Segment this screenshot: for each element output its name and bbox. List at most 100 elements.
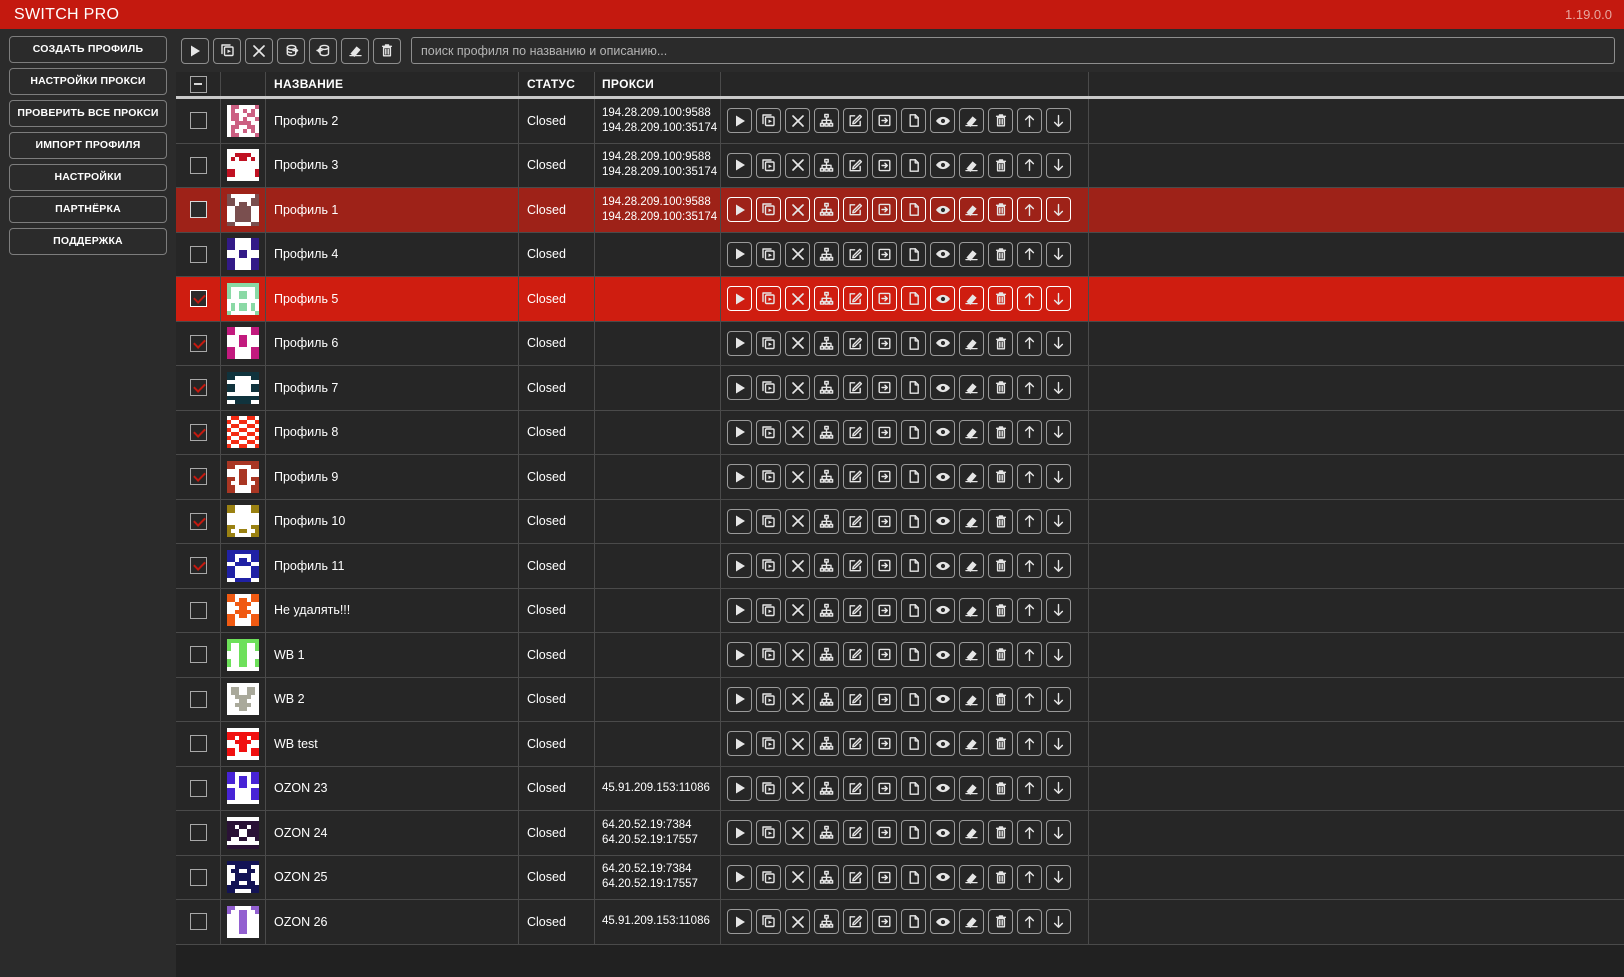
row-clear-button[interactable] [959, 909, 984, 935]
row-delete-button[interactable] [988, 419, 1013, 445]
row-duplicate-button[interactable] [756, 375, 781, 401]
row-preview-button[interactable] [930, 241, 955, 267]
toolbar-duplicate-button[interactable] [213, 37, 241, 64]
table-row[interactable]: OZON 23 Closed 45.91.209.153:11086 [176, 766, 1624, 811]
toolbar-start-button[interactable] [181, 37, 209, 64]
row-preview-button[interactable] [930, 330, 955, 356]
table-row[interactable]: Профиль 1 Closed 194.28.209.100:9588 194.28… [176, 188, 1624, 233]
row-edit-button[interactable] [843, 419, 868, 445]
row-proxy-button[interactable] [814, 820, 839, 846]
row-move-up-button[interactable] [1017, 375, 1042, 401]
row-import-cookies-button[interactable] [872, 731, 897, 757]
row-delete-button[interactable] [988, 375, 1013, 401]
row-move-up-button[interactable] [1017, 775, 1042, 801]
row-preview-button[interactable] [930, 375, 955, 401]
row-delete-button[interactable] [988, 508, 1013, 534]
profile-name-cell[interactable]: Не удалять!!! [266, 588, 519, 632]
row-clear-button[interactable] [959, 108, 984, 134]
profile-name-cell[interactable]: OZON 25 [266, 855, 519, 899]
row-copy-button[interactable] [901, 330, 926, 356]
row-proxy-button[interactable] [814, 152, 839, 178]
row-clear-button[interactable] [959, 642, 984, 668]
row-duplicate-button[interactable] [756, 820, 781, 846]
row-import-cookies-button[interactable] [872, 419, 897, 445]
row-start-button[interactable] [727, 686, 752, 712]
row-move-down-button[interactable] [1046, 197, 1071, 223]
row-duplicate-button[interactable] [756, 508, 781, 534]
row-clear-button[interactable] [959, 775, 984, 801]
row-proxy-button[interactable] [814, 508, 839, 534]
row-proxy-button[interactable] [814, 731, 839, 757]
row-stop-button[interactable] [785, 642, 810, 668]
row-proxy-button[interactable] [814, 241, 839, 267]
row-clear-button[interactable] [959, 864, 984, 890]
row-duplicate-button[interactable] [756, 553, 781, 579]
row-stop-button[interactable] [785, 597, 810, 623]
row-import-cookies-button[interactable] [872, 330, 897, 356]
row-edit-button[interactable] [843, 686, 868, 712]
row-preview-button[interactable] [930, 775, 955, 801]
row-stop-button[interactable] [785, 419, 810, 445]
row-checkbox[interactable] [189, 290, 207, 308]
row-edit-button[interactable] [843, 508, 868, 534]
row-delete-button[interactable] [988, 464, 1013, 490]
profile-name-cell[interactable]: WB 1 [266, 633, 519, 677]
row-preview-button[interactable] [930, 286, 955, 312]
row-move-down-button[interactable] [1046, 330, 1071, 356]
row-checkbox[interactable] [189, 423, 207, 441]
row-import-cookies-button[interactable] [872, 108, 897, 134]
row-move-down-button[interactable] [1046, 909, 1071, 935]
row-proxy-button[interactable] [814, 419, 839, 445]
row-start-button[interactable] [727, 508, 752, 534]
row-move-down-button[interactable] [1046, 731, 1071, 757]
row-move-up-button[interactable] [1017, 108, 1042, 134]
row-move-up-button[interactable] [1017, 731, 1042, 757]
table-row[interactable]: Профиль 6 Closed [176, 321, 1624, 366]
row-stop-button[interactable] [785, 152, 810, 178]
profile-name-cell[interactable]: Профиль 8 [266, 410, 519, 454]
row-duplicate-button[interactable] [756, 464, 781, 490]
table-row[interactable]: WB 1 Closed [176, 633, 1624, 678]
row-copy-button[interactable] [901, 464, 926, 490]
row-edit-button[interactable] [843, 553, 868, 579]
row-preview-button[interactable] [930, 197, 955, 223]
row-edit-button[interactable] [843, 197, 868, 223]
row-import-cookies-button[interactable] [872, 286, 897, 312]
row-stop-button[interactable] [785, 864, 810, 890]
status-header-cell[interactable]: СТАТУС [519, 72, 595, 96]
row-move-down-button[interactable] [1046, 597, 1071, 623]
row-preview-button[interactable] [930, 686, 955, 712]
row-copy-button[interactable] [901, 419, 926, 445]
row-proxy-button[interactable] [814, 642, 839, 668]
table-row[interactable]: Профиль 8 Closed [176, 410, 1624, 455]
row-copy-button[interactable] [901, 553, 926, 579]
table-row[interactable]: Профиль 10 Closed [176, 499, 1624, 544]
row-clear-button[interactable] [959, 597, 984, 623]
row-start-button[interactable] [727, 330, 752, 356]
row-start-button[interactable] [727, 108, 752, 134]
row-edit-button[interactable] [843, 241, 868, 267]
row-move-up-button[interactable] [1017, 508, 1042, 534]
row-delete-button[interactable] [988, 553, 1013, 579]
row-preview-button[interactable] [930, 553, 955, 579]
row-stop-button[interactable] [785, 731, 810, 757]
row-stop-button[interactable] [785, 820, 810, 846]
row-move-up-button[interactable] [1017, 909, 1042, 935]
row-move-down-button[interactable] [1046, 152, 1071, 178]
row-move-up-button[interactable] [1017, 286, 1042, 312]
sidebar-item-import-profile[interactable]: ИМПОРТ ПРОФИЛЯ [9, 132, 167, 159]
row-move-down-button[interactable] [1046, 553, 1071, 579]
row-delete-button[interactable] [988, 731, 1013, 757]
row-move-down-button[interactable] [1046, 241, 1071, 267]
row-stop-button[interactable] [785, 375, 810, 401]
profile-name-cell[interactable]: Профиль 2 [266, 99, 519, 143]
table-row[interactable]: WB 2 Closed [176, 677, 1624, 722]
row-delete-button[interactable] [988, 197, 1013, 223]
row-copy-button[interactable] [901, 864, 926, 890]
sidebar-item-affiliate[interactable]: ПАРТНЁРКА [9, 196, 167, 223]
table-row[interactable]: OZON 25 Closed 64.20.52.19:7384 64.20.52.19… [176, 855, 1624, 900]
row-move-down-button[interactable] [1046, 286, 1071, 312]
row-proxy-button[interactable] [814, 286, 839, 312]
row-checkbox[interactable] [189, 646, 207, 664]
row-preview-button[interactable] [930, 152, 955, 178]
